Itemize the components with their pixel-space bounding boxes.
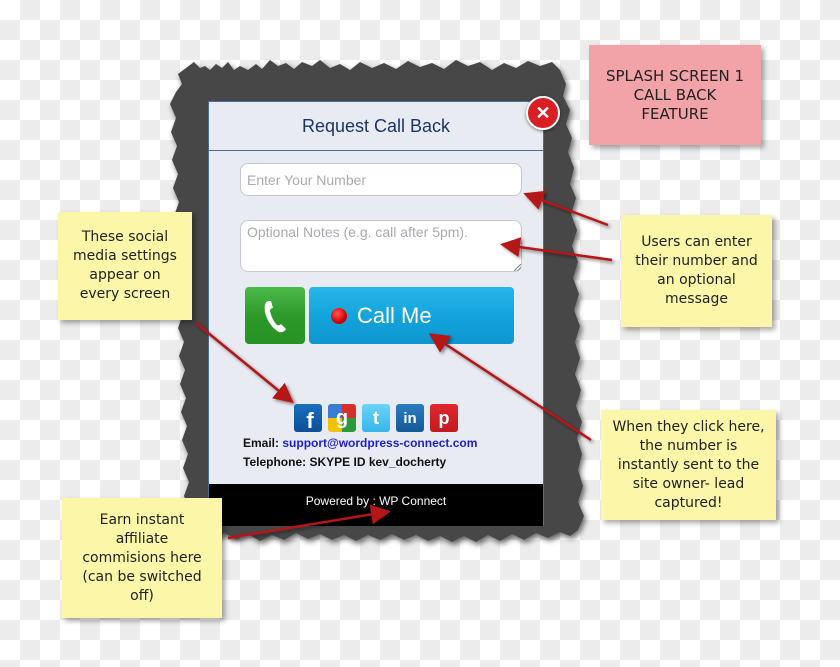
note-user-input: Users can enter their number and an opti… [621, 215, 772, 327]
contact-telephone: Telephone: SKYPE ID kev_docherty [243, 455, 446, 469]
twitter-glyph: t [373, 407, 379, 428]
phone-handset-icon [264, 300, 286, 332]
optional-notes-textarea[interactable] [240, 220, 522, 272]
close-icon: ✕ [535, 103, 551, 123]
close-button[interactable]: ✕ [526, 96, 560, 130]
pinterest-glyph: p [438, 407, 450, 428]
telephone-label: Telephone: [243, 455, 307, 469]
pinterest-icon[interactable]: p [430, 404, 458, 432]
dialog-header: Request Call Back [209, 102, 543, 151]
facebook-icon[interactable]: f [294, 404, 322, 432]
request-callback-dialog: Request Call Back Call Me f g t in p Ema… [208, 101, 544, 526]
note-call-me: When they click here, the number is inst… [601, 410, 776, 520]
linkedin-glyph: in [403, 409, 417, 427]
email-link[interactable]: support@wordpress-connect.com [282, 436, 477, 450]
google-plus-glyph: g [335, 406, 349, 429]
phone-call-button[interactable] [245, 287, 305, 344]
social-icons-row: f g t in p [209, 404, 543, 432]
linkedin-icon[interactable]: in [396, 404, 424, 432]
powered-by-link[interactable]: Powered by : WP Connect [306, 494, 447, 526]
dialog-title: Request Call Back [301, 115, 451, 136]
telephone-value: SKYPE ID kev_docherty [309, 455, 447, 469]
record-dot-icon [331, 307, 347, 324]
google-plus-icon[interactable]: g [328, 404, 356, 432]
twitter-icon[interactable]: t [362, 404, 390, 432]
note-affiliate: Earn instant affiliate commisions here (… [62, 498, 222, 618]
facebook-glyph: f [306, 408, 314, 432]
note-social-settings: These social media settings appear on ev… [58, 212, 192, 320]
phone-number-input[interactable] [240, 163, 522, 196]
contact-email: Email: support@wordpress-connect.com [243, 436, 477, 450]
email-label: Email: [243, 436, 280, 450]
powered-by-footer: Powered by : WP Connect [209, 484, 543, 526]
splash-screen-label: SPLASH SCREEN 1 CALL BACK FEATURE [589, 45, 761, 145]
call-me-label: Call Me [357, 302, 432, 328]
textarea-resize-handle[interactable] [514, 264, 521, 271]
call-me-button[interactable]: Call Me [309, 287, 514, 344]
